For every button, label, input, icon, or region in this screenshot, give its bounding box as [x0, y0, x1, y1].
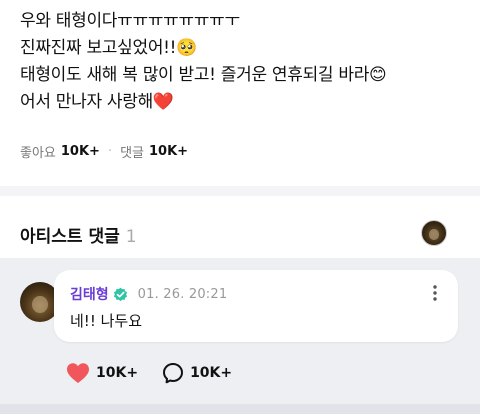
comment-area: 김태형 01. 26. 20:21 네!! 나두요 10K+ 10K+: [0, 258, 480, 404]
post-body: 우와 태형이다ㅠㅠㅠㅠㅠㅠㅠㅜ 진짜진짜 보고싶었어!!🥺 태형이도 새해 복 …: [20, 8, 460, 116]
section-title: 아티스트 댓글 1: [20, 222, 137, 247]
artist-comments-header: 아티스트 댓글 1: [0, 196, 480, 258]
avatar-face: [429, 229, 439, 240]
section-title-text: 아티스트 댓글: [20, 227, 120, 247]
comment-text: 네!! 나두요: [70, 312, 142, 330]
speech-bubble-icon: [163, 363, 184, 384]
comment-header: 김태형 01. 26. 20:21: [70, 284, 227, 304]
post-card: 우와 태형이다ㅠㅠㅠㅠㅠㅠㅠㅜ 진짜진짜 보고싶었어!!🥺 태형이도 새해 복 …: [0, 0, 480, 186]
reply-count: 10K+: [190, 365, 233, 381]
section-count: 1: [125, 227, 137, 247]
reply-button[interactable]: 10K+: [162, 362, 232, 384]
section-divider: [0, 404, 480, 414]
post-line: 우와 태형이다ㅠㅠㅠㅠㅠㅠㅠㅜ: [20, 11, 240, 31]
heart-icon: [67, 363, 89, 383]
verified-badge-icon: [113, 287, 127, 301]
post-meta: 좋아요 10K+ · 댓글 10K+: [20, 142, 188, 161]
post-line: 진짜진짜 보고싶었어!!🥺: [20, 38, 198, 58]
meta-divider: ·: [107, 144, 113, 159]
reply-count: 10K+: [149, 144, 189, 159]
reply-label[interactable]: 댓글: [120, 142, 144, 161]
post-line: 어서 만나자 사랑해❤️: [20, 92, 174, 112]
comment-bubble: 김태형 01. 26. 20:21 네!! 나두요: [54, 270, 458, 342]
avatar-face: [32, 295, 48, 314]
post-line: 태형이도 새해 복 많이 받고! 즐거운 연휴되길 바라😊: [20, 65, 387, 85]
like-count: 10K+: [60, 144, 100, 159]
artist-avatar[interactable]: [421, 220, 447, 246]
comment-timestamp: 01. 26. 20:21: [137, 286, 228, 302]
like-count: 10K+: [96, 365, 139, 381]
comment-actions: 10K+ 10K+: [66, 362, 256, 384]
more-options-icon[interactable]: [432, 284, 438, 302]
like-button[interactable]: 10K+: [66, 362, 138, 384]
like-label[interactable]: 좋아요: [20, 142, 56, 161]
comment-author[interactable]: 김태형: [70, 284, 109, 304]
